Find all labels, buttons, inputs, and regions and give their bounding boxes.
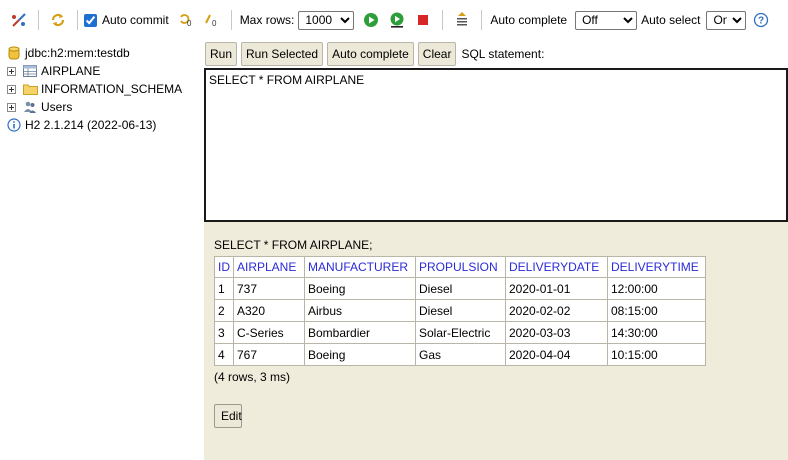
tree-item-label: AIRPLANE <box>41 64 101 78</box>
table-cell: 1 <box>214 277 234 300</box>
run-button[interactable]: Run <box>205 42 238 66</box>
table-row: 4 767 Boeing Gas 2020-04-04 10:15:00 <box>214 343 706 366</box>
folder-icon <box>22 81 38 97</box>
table-header-row: ID AIRPLANE MANUFACTURER PROPULSION DELI… <box>214 256 706 278</box>
auto-complete-label: Auto complete <box>490 13 568 27</box>
auto-commit-checkbox[interactable] <box>84 13 97 27</box>
tree-version: H2 2.1.214 (2022-06-13) <box>0 116 200 134</box>
tree-item-label: Users <box>41 100 73 114</box>
sql-statement-label: SQL statement: <box>461 47 545 61</box>
auto-commit-label: Auto commit <box>102 13 169 27</box>
max-rows-label: Max rows: <box>239 13 295 27</box>
stop-icon[interactable] <box>412 9 434 31</box>
table-cell: Solar-Electric <box>415 321 506 344</box>
table-cell: 2020-04-04 <box>505 343 608 366</box>
table-cell: 767 <box>233 343 305 366</box>
refresh-icon[interactable] <box>47 9 69 31</box>
edit-button[interactable]: Edit <box>214 404 242 428</box>
column-header[interactable]: DELIVERYDATE <box>505 256 608 278</box>
result-table: ID AIRPLANE MANUFACTURER PROPULSION DELI… <box>214 256 706 366</box>
table-cell: Airbus <box>304 299 416 322</box>
tree-item-airplane[interactable]: AIRPLANE <box>0 62 200 80</box>
max-rows-select[interactable]: 1000 <box>298 10 355 30</box>
connection-label: jdbc:h2:mem:testdb <box>25 46 130 60</box>
table-cell: 2020-02-02 <box>505 299 608 322</box>
expand-icon[interactable] <box>7 66 16 76</box>
column-header[interactable]: PROPULSION <box>415 256 506 278</box>
column-header[interactable]: AIRPLANE <box>233 256 305 278</box>
auto-complete-button[interactable]: Auto complete <box>327 42 414 66</box>
row-count: (4 rows, 3 ms) <box>214 370 291 384</box>
table-row: 1 737 Boeing Diesel 2020-01-01 12:00:00 <box>214 277 706 300</box>
table-cell: Bombardier <box>304 321 416 344</box>
commit-icon[interactable]: 0 <box>201 9 223 31</box>
table-cell: 12:00:00 <box>607 277 706 300</box>
schema-tree: jdbc:h2:mem:testdb AIRPLANE INFORMATION_… <box>0 44 200 460</box>
rollback-icon[interactable]: 0 <box>175 9 197 31</box>
version-label: H2 2.1.214 (2022-06-13) <box>25 118 157 132</box>
auto-complete-select[interactable]: Off <box>575 10 638 30</box>
table-cell: 2 <box>214 299 234 322</box>
toolbar: Auto commit 0 0 Max rows: 1000 Auto comp… <box>0 0 788 40</box>
clear-button[interactable]: Clear <box>417 42 457 66</box>
table-cell: Boeing <box>304 277 416 300</box>
history-icon[interactable] <box>451 9 473 31</box>
svg-text:0: 0 <box>212 19 217 28</box>
executed-statement: SELECT * FROM AIRPLANE; <box>214 238 373 252</box>
query-button-bar: Run Run Selected Auto complete Clear SQL… <box>204 40 788 68</box>
tree-item-information-schema[interactable]: INFORMATION_SCHEMA <box>0 80 200 98</box>
table-cell: 2020-01-01 <box>505 277 608 300</box>
table-cell: 10:15:00 <box>607 343 706 366</box>
results-panel: SELECT * FROM AIRPLANE; ID AIRPLANE MANU… <box>214 238 706 428</box>
column-header[interactable]: ID <box>214 256 234 278</box>
toolbar-divider <box>481 10 483 30</box>
table-cell: Boeing <box>304 343 416 366</box>
table-row: 3 C-Series Bombardier Solar-Electric 202… <box>214 321 706 344</box>
table-cell: Diesel <box>415 277 506 300</box>
table-cell: 14:30:00 <box>607 321 706 344</box>
info-icon <box>6 117 22 133</box>
run-selected-icon[interactable] <box>386 9 408 31</box>
column-header[interactable]: DELIVERYTIME <box>607 256 706 278</box>
auto-select-label: Auto select <box>641 13 701 27</box>
svg-text:?: ? <box>758 16 764 27</box>
main-pane: Run Run Selected Auto complete Clear SQL… <box>204 40 788 460</box>
tree-connection[interactable]: jdbc:h2:mem:testdb <box>0 44 200 62</box>
auto-select-select[interactable]: On <box>706 10 747 30</box>
tree-item-users[interactable]: Users <box>0 98 200 116</box>
expand-icon[interactable] <box>7 102 16 112</box>
tree-item-label: INFORMATION_SCHEMA <box>41 82 183 96</box>
column-header[interactable]: MANUFACTURER <box>304 256 416 278</box>
toolbar-divider <box>38 10 39 30</box>
table-cell: 08:15:00 <box>607 299 706 322</box>
help-icon[interactable]: ? <box>750 9 772 31</box>
table-icon <box>22 63 38 79</box>
run-selected-button[interactable]: Run Selected <box>241 42 324 66</box>
database-icon <box>6 45 22 61</box>
table-cell: 3 <box>214 321 234 344</box>
table-cell: C-Series <box>233 321 305 344</box>
table-cell: 4 <box>214 343 234 366</box>
disconnect-icon[interactable] <box>8 9 30 31</box>
sql-editor[interactable]: SELECT * FROM AIRPLANE <box>204 68 788 222</box>
table-cell: 2020-03-03 <box>505 321 608 344</box>
table-cell: 737 <box>233 277 305 300</box>
table-cell: A320 <box>233 299 305 322</box>
toolbar-divider <box>77 10 78 30</box>
table-cell: Diesel <box>415 299 506 322</box>
toolbar-divider <box>442 10 444 30</box>
table-cell: Gas <box>415 343 506 366</box>
toolbar-divider <box>230 10 232 30</box>
run-icon[interactable] <box>360 9 382 31</box>
table-row: 2 A320 Airbus Diesel 2020-02-02 08:15:00 <box>214 299 706 322</box>
users-icon <box>22 99 38 115</box>
expand-icon[interactable] <box>7 84 16 94</box>
svg-text:0: 0 <box>187 19 192 28</box>
